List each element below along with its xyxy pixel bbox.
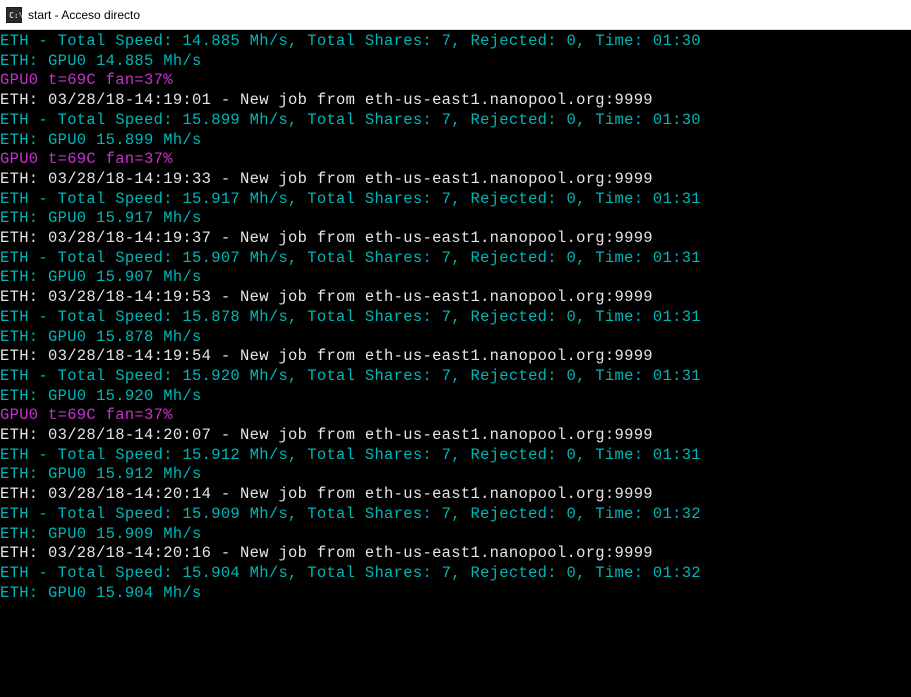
console-line: ETH - Total Speed: 15.909 Mh/s, Total Sh… xyxy=(0,505,911,525)
console-line: ETH: 03/28/18-14:19:53 - New job from et… xyxy=(0,288,911,308)
console-line: ETH: GPU0 15.904 Mh/s xyxy=(0,584,911,604)
console-line: ETH - Total Speed: 15.912 Mh/s, Total Sh… xyxy=(0,446,911,466)
console-line: ETH: 03/28/18-14:19:33 - New job from et… xyxy=(0,170,911,190)
cmd-icon: C:\ xyxy=(6,7,22,23)
console-line: ETH: GPU0 15.909 Mh/s xyxy=(0,525,911,545)
console-line: ETH: 03/28/18-14:19:01 - New job from et… xyxy=(0,91,911,111)
console-line: GPU0 t=69C fan=37% xyxy=(0,406,911,426)
console-line: GPU0 t=69C fan=37% xyxy=(0,71,911,91)
console-line: ETH - Total Speed: 15.878 Mh/s, Total Sh… xyxy=(0,308,911,328)
console-line: ETH: 03/28/18-14:20:07 - New job from et… xyxy=(0,426,911,446)
console-output[interactable]: ETH - Total Speed: 14.885 Mh/s, Total Sh… xyxy=(0,30,911,697)
console-line: ETH: GPU0 15.917 Mh/s xyxy=(0,209,911,229)
console-line: ETH: 03/28/18-14:20:16 - New job from et… xyxy=(0,544,911,564)
console-line: ETH: GPU0 15.920 Mh/s xyxy=(0,387,911,407)
console-line: ETH: GPU0 15.912 Mh/s xyxy=(0,465,911,485)
console-line: ETH: GPU0 15.899 Mh/s xyxy=(0,131,911,151)
console-line: ETH: GPU0 15.907 Mh/s xyxy=(0,268,911,288)
console-line: ETH: GPU0 15.878 Mh/s xyxy=(0,328,911,348)
console-line: ETH - Total Speed: 15.904 Mh/s, Total Sh… xyxy=(0,564,911,584)
console-line: GPU0 t=69C fan=37% xyxy=(0,150,911,170)
console-line: ETH - Total Speed: 14.885 Mh/s, Total Sh… xyxy=(0,32,911,52)
console-line: ETH - Total Speed: 15.920 Mh/s, Total Sh… xyxy=(0,367,911,387)
console-line: ETH - Total Speed: 15.899 Mh/s, Total Sh… xyxy=(0,111,911,131)
console-line: ETH: GPU0 14.885 Mh/s xyxy=(0,52,911,72)
console-line: ETH: 03/28/18-14:20:14 - New job from et… xyxy=(0,485,911,505)
console-line: ETH - Total Speed: 15.907 Mh/s, Total Sh… xyxy=(0,249,911,269)
window-title: start - Acceso directo xyxy=(28,8,140,22)
console-window: C:\ start - Acceso directo ETH - Total S… xyxy=(0,0,911,697)
svg-text:C:\: C:\ xyxy=(9,11,22,20)
console-line: ETH: 03/28/18-14:19:54 - New job from et… xyxy=(0,347,911,367)
console-line: ETH - Total Speed: 15.917 Mh/s, Total Sh… xyxy=(0,190,911,210)
titlebar[interactable]: C:\ start - Acceso directo xyxy=(0,0,911,30)
console-line: ETH: 03/28/18-14:19:37 - New job from et… xyxy=(0,229,911,249)
